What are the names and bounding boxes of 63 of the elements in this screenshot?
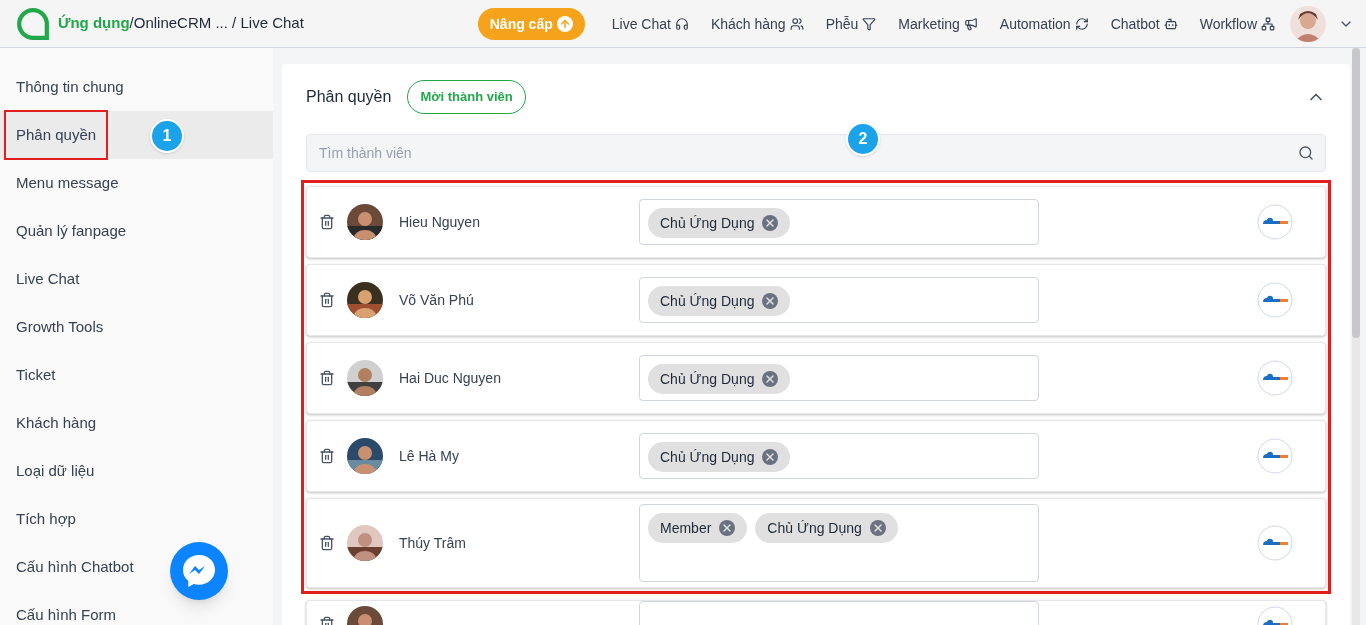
nav-link[interactable]: Workflow [1199, 13, 1275, 34]
sidebar-item[interactable]: Quản lý fanpage [0, 207, 273, 255]
sidebar-item[interactable]: Khách hàng [0, 399, 273, 447]
nav-link[interactable]: Automation [999, 13, 1089, 34]
role-tag: Chủ Ứng Dụng [648, 442, 791, 472]
role-tag: Member [648, 513, 748, 543]
role-field[interactable]: Chủ Ứng Dụng [639, 199, 1039, 245]
cloud-logo-icon [1257, 204, 1293, 240]
sidebar-item[interactable]: Thông tin chung [0, 63, 273, 111]
member-name: Võ Văn Phú [399, 291, 475, 310]
role-field[interactable]: Member Chủ Ứng Dụng [639, 504, 1039, 582]
remove-icon[interactable] [762, 293, 779, 309]
role-tag: Chủ Ứng Dụng [648, 286, 791, 316]
cloud-logo-icon [1257, 525, 1293, 561]
delete-icon[interactable] [319, 292, 335, 308]
member-name: Lê Hà My [399, 447, 460, 466]
role-tag: Chủ Ứng Dụng [648, 364, 791, 394]
sidebar-item[interactable]: Ticket [0, 351, 273, 399]
sidebar-item[interactable]: Loại dữ liệu [0, 447, 273, 495]
nav-link[interactable]: Khách hàng [710, 13, 804, 34]
role-field[interactable]: Chủ Ứng Dụng [639, 433, 1039, 479]
member-name: Hai Duc Nguyen [399, 369, 502, 388]
sidebar-item[interactable]: Cấu hình Form [0, 591, 273, 625]
sidebar-item[interactable]: Cấu hình Chatbot [0, 543, 273, 591]
nav-link[interactable]: Phễu [825, 13, 877, 34]
remove-icon[interactable] [869, 520, 886, 536]
role-tag: Chủ Ứng Dụng [648, 208, 791, 238]
remove-icon[interactable] [762, 371, 779, 387]
member-name: Thúy Trâm [399, 534, 467, 553]
cloud-logo-icon [1257, 438, 1293, 474]
logo-icon [16, 6, 50, 41]
scrollbar-thumb[interactable] [1352, 48, 1360, 338]
sync-icon [1074, 16, 1089, 31]
role-field[interactable]: Chủ Ứng Dụng [639, 355, 1039, 401]
users-icon [789, 16, 804, 31]
bot-icon [1163, 16, 1178, 31]
filter-icon [862, 16, 877, 31]
nav-link[interactable]: Live Chat [611, 13, 689, 34]
role-field[interactable]: Chủ Ứng Dụng [639, 277, 1039, 323]
remove-icon[interactable] [719, 520, 736, 536]
nav-link[interactable]: Chatbot [1110, 13, 1178, 34]
delete-icon[interactable] [319, 214, 335, 230]
remove-icon[interactable] [762, 215, 779, 231]
member-name: Hieu Nguyen [399, 213, 481, 232]
sidebar-item[interactable]: Growth Tools [0, 303, 273, 351]
sidebar-item[interactable]: Live Chat [0, 255, 273, 303]
workflow-icon [1261, 16, 1275, 31]
sidebar-item[interactable]: Menu message [0, 159, 273, 207]
section-title: Phân quyền [306, 87, 392, 107]
role-tag: Chủ Ứng Dụng [755, 513, 898, 543]
delete-icon[interactable] [319, 370, 335, 386]
nav-link[interactable]: Marketing [898, 13, 978, 34]
search-icon[interactable] [1298, 145, 1314, 161]
breadcrumb: Ứng dụng/OnlineCRM ... / Live Chat [58, 13, 304, 34]
delete-icon[interactable] [319, 448, 335, 464]
delete-icon[interactable] [319, 535, 335, 551]
sidebar-item[interactable]: Tích hợp [0, 495, 273, 543]
cloud-logo-icon [1257, 360, 1293, 396]
arrow-up-icon [556, 15, 573, 32]
cloud-logo-icon [1257, 282, 1293, 318]
megaphone-icon [963, 16, 978, 31]
headset-icon [674, 16, 689, 31]
remove-icon[interactable] [762, 449, 779, 465]
